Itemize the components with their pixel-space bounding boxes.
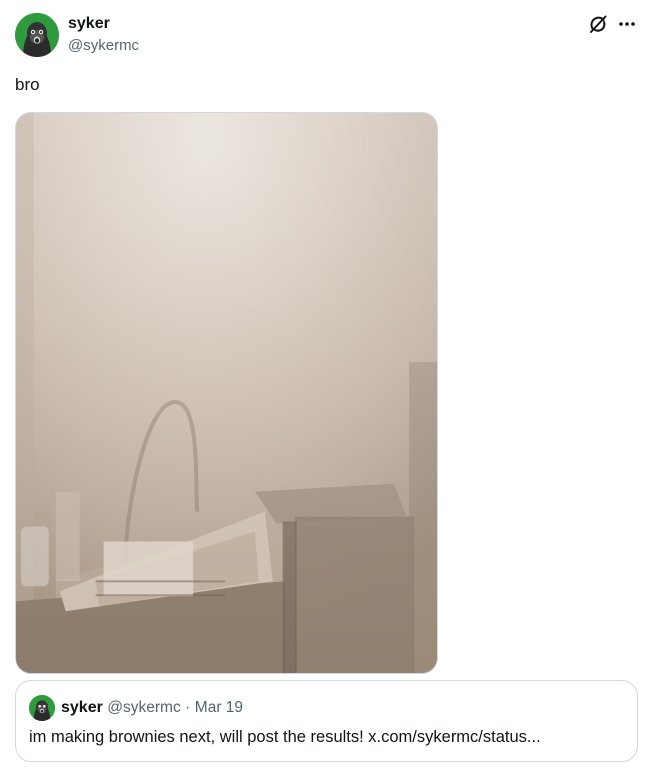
quoted-author-handle: @sykermc: [107, 699, 181, 716]
quoted-tweet-header: syker @sykermc · Mar 19: [61, 698, 243, 718]
tweet: syker @sykermc bro syker @sykermc · Mar …: [0, 0, 651, 781]
quoted-tweet[interactable]: syker @sykermc · Mar 19 im making browni…: [15, 680, 638, 762]
author-avatar[interactable]: [15, 13, 59, 57]
author-handle[interactable]: @sykermc: [68, 36, 139, 56]
quoted-tweet-text: im making brownies next, will post the r…: [29, 728, 541, 746]
gorilla-avatar-icon: [29, 695, 55, 721]
quoted-date: Mar 19: [194, 699, 244, 716]
author-display-name[interactable]: syker: [68, 14, 110, 34]
gorilla-avatar-icon: [15, 13, 59, 57]
more-options-icon[interactable]: [614, 13, 640, 35]
quoted-author-avatar: [29, 695, 55, 721]
quoted-separator: ·: [185, 699, 191, 716]
grok-icon[interactable]: [587, 13, 609, 35]
tweet-text: bro: [15, 75, 40, 94]
quoted-author-name: syker: [61, 699, 103, 716]
tweet-photo[interactable]: [15, 112, 438, 674]
